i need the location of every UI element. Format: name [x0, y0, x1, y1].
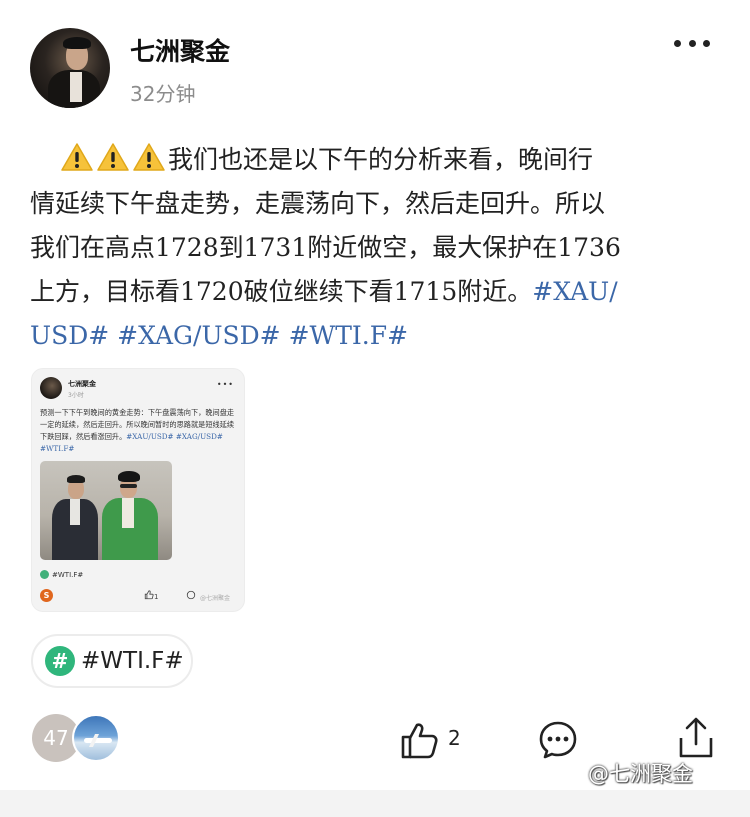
- hashtag-link[interactable]: USD#: [30, 321, 109, 350]
- post-header: 七洲聚金 32分钟: [30, 28, 720, 112]
- post-text-line-3: 我们在高点1728到1731附近做空，最大保护在1736: [30, 233, 621, 262]
- embedded-topic-label: #WTI.F#: [52, 570, 84, 579]
- embedded-footer: S 1 @七洲聚金: [40, 589, 240, 603]
- embedded-author-avatar: [40, 377, 62, 399]
- bottom-divider: [0, 790, 750, 817]
- s-logo-icon: S: [40, 589, 53, 602]
- like-count: 2: [448, 726, 461, 750]
- embedded-comment-icon: [186, 590, 196, 602]
- embedded-post-image[interactable]: 七洲聚金 3小时 ••• 预测一下下午到晚间的黄金走势：下午盘震荡向下，晚间盘走…: [31, 368, 245, 612]
- embedded-topic: #WTI.F#: [40, 570, 83, 579]
- embedded-like: 1: [144, 590, 158, 601]
- author-name[interactable]: 七洲聚金: [130, 32, 230, 68]
- embedded-post-text: 预测一下下午到晚间的黄金走势：下午盘震荡向下，晚间盘走一定的延续，然后走回升。所…: [40, 407, 240, 455]
- post-body: 我们也还是以下午的分析来看，晚间行 情延续下午盘走势，走震荡向下，然后走回升。所…: [30, 138, 720, 358]
- like-icon[interactable]: [398, 718, 442, 762]
- topic-chip-label: #WTI.F#: [81, 648, 184, 674]
- post-footer: 47 2 @七洲聚金: [0, 706, 750, 786]
- share-icon[interactable]: [676, 716, 716, 760]
- post-text-line-1: 我们也还是以下午的分析来看，晚间行: [168, 145, 594, 174]
- hashtag-icon: #: [45, 646, 75, 676]
- embedded-like-count: 1: [154, 593, 159, 601]
- watermark-text: @七洲聚金: [588, 762, 693, 786]
- hashtag-link[interactable]: #XAU/: [532, 277, 617, 306]
- more-options-icon[interactable]: [674, 40, 710, 52]
- author-avatar[interactable]: [30, 28, 110, 108]
- hashtag-link[interactable]: #XAG/USD#: [117, 321, 281, 350]
- post-text-line-2: 情延续下午盘走势，走震荡向下，然后走回升。所以: [30, 189, 606, 218]
- liker-avatar[interactable]: [72, 714, 120, 762]
- warning-icon: [60, 142, 94, 172]
- comment-icon[interactable]: [538, 720, 578, 760]
- embedded-post-time: 3小时: [68, 392, 84, 399]
- embedded-author-name: 七洲聚金: [68, 380, 96, 388]
- post-time: 32分钟: [130, 82, 196, 106]
- topic-icon: [40, 570, 49, 579]
- warning-icon: [96, 142, 130, 172]
- embedded-watermark: @七洲聚金: [200, 595, 231, 602]
- embedded-photo: [40, 461, 172, 560]
- topic-chip-wti[interactable]: # #WTI.F#: [31, 634, 193, 688]
- embedded-more-icon: •••: [216, 380, 234, 389]
- warning-icon: [132, 142, 166, 172]
- hashtag-link[interactable]: #WTI.F#: [289, 321, 408, 350]
- post-text-line-4: 上方，目标看1720破位继续下看1715附近。: [30, 277, 533, 306]
